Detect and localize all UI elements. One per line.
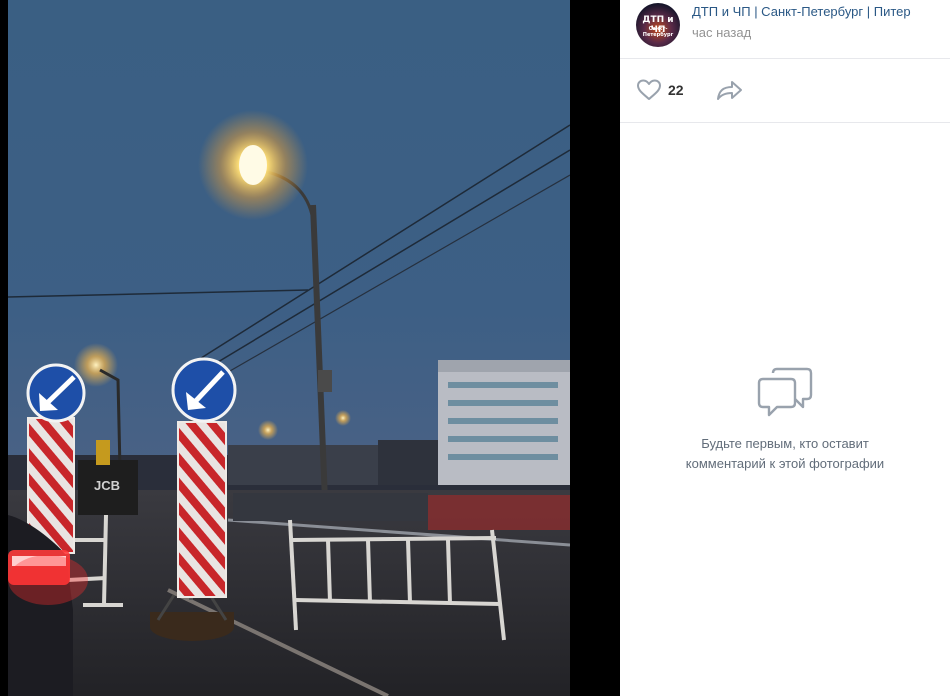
like-count: 22 bbox=[668, 82, 684, 98]
truck-label: JCB bbox=[94, 478, 120, 493]
share-arrow-icon bbox=[717, 81, 742, 100]
empty-comments-line-2: комментарий к этой фотографии bbox=[685, 456, 885, 471]
empty-comments-line-1: Будьте первым, кто оставит bbox=[701, 436, 869, 451]
post-header: ДТП и ЧП Санкт-Петербург ДТП и ЧП | Санк… bbox=[620, 0, 950, 59]
author-link[interactable]: ДТП и ЧП | Санкт-Петербург | Питер bbox=[692, 4, 942, 19]
post-sidebar: ДТП и ЧП Санкт-Петербург ДТП и ЧП | Санк… bbox=[620, 0, 950, 696]
share-button[interactable] bbox=[716, 79, 744, 106]
post-time[interactable]: час назад bbox=[692, 25, 751, 40]
heart-icon bbox=[637, 79, 661, 100]
avatar-subtitle: Санкт-Петербург bbox=[642, 26, 674, 38]
like-button[interactable]: 22 bbox=[636, 79, 684, 101]
photo-scene: JCB bbox=[8, 0, 570, 696]
avatar[interactable]: ДТП и ЧП Санкт-Петербург bbox=[636, 3, 680, 47]
post-actions: 22 bbox=[620, 59, 950, 123]
post-photo[interactable]: JCB bbox=[8, 0, 570, 696]
speech-bubbles-icon bbox=[757, 367, 813, 417]
comments-empty-state: Будьте первым, кто оставит комментарий к… bbox=[620, 365, 950, 474]
photo-viewer: JCB bbox=[0, 0, 620, 696]
